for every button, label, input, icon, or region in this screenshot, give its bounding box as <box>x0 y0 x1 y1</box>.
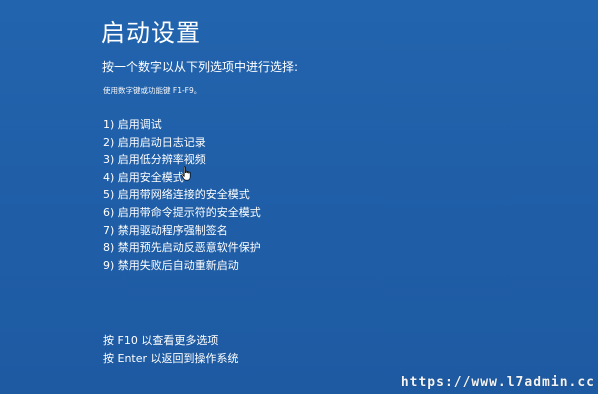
option-disable-early-launch-antimalware[interactable]: 8) 禁用预先启动反恶意软件保护 <box>103 239 261 257</box>
options-list: 1) 启用调试 2) 启用启动日志记录 3) 启用低分辨率视频 4) 启用安全模… <box>103 116 261 274</box>
option-enable-safe-mode-networking[interactable]: 5) 启用带网络连接的安全模式 <box>103 186 261 204</box>
option-enable-boot-logging[interactable]: 2) 启用启动日志记录 <box>103 134 261 152</box>
more-options-hint[interactable]: 按 F10 以查看更多选项 <box>103 332 239 350</box>
watermark: https://www.l7admin.cc <box>400 375 595 390</box>
hand-cursor-icon <box>181 166 191 181</box>
option-disable-driver-signature-enforcement[interactable]: 7) 禁用驱动程序强制签名 <box>103 222 261 240</box>
option-enable-debugging[interactable]: 1) 启用调试 <box>103 116 261 134</box>
option-enable-safe-mode-command-prompt[interactable]: 6) 启用带命令提示符的安全模式 <box>103 204 261 222</box>
option-disable-auto-restart-after-failure[interactable]: 9) 禁用失败后自动重新启动 <box>103 257 261 275</box>
footer-instructions: 按 F10 以查看更多选项 按 Enter 以返回到操作系统 <box>103 332 239 368</box>
page-title: 启动设置 <box>101 19 201 47</box>
page-subtitle: 按一个数字以从下列选项中进行选择: <box>102 60 299 74</box>
key-hint: 使用数字键或功能键 F1-F9。 <box>103 86 202 95</box>
return-to-os-hint[interactable]: 按 Enter 以返回到操作系统 <box>103 350 239 368</box>
startup-settings-screen: 启动设置 按一个数字以从下列选项中进行选择: 使用数字键或功能键 F1-F9。 … <box>0 0 598 394</box>
